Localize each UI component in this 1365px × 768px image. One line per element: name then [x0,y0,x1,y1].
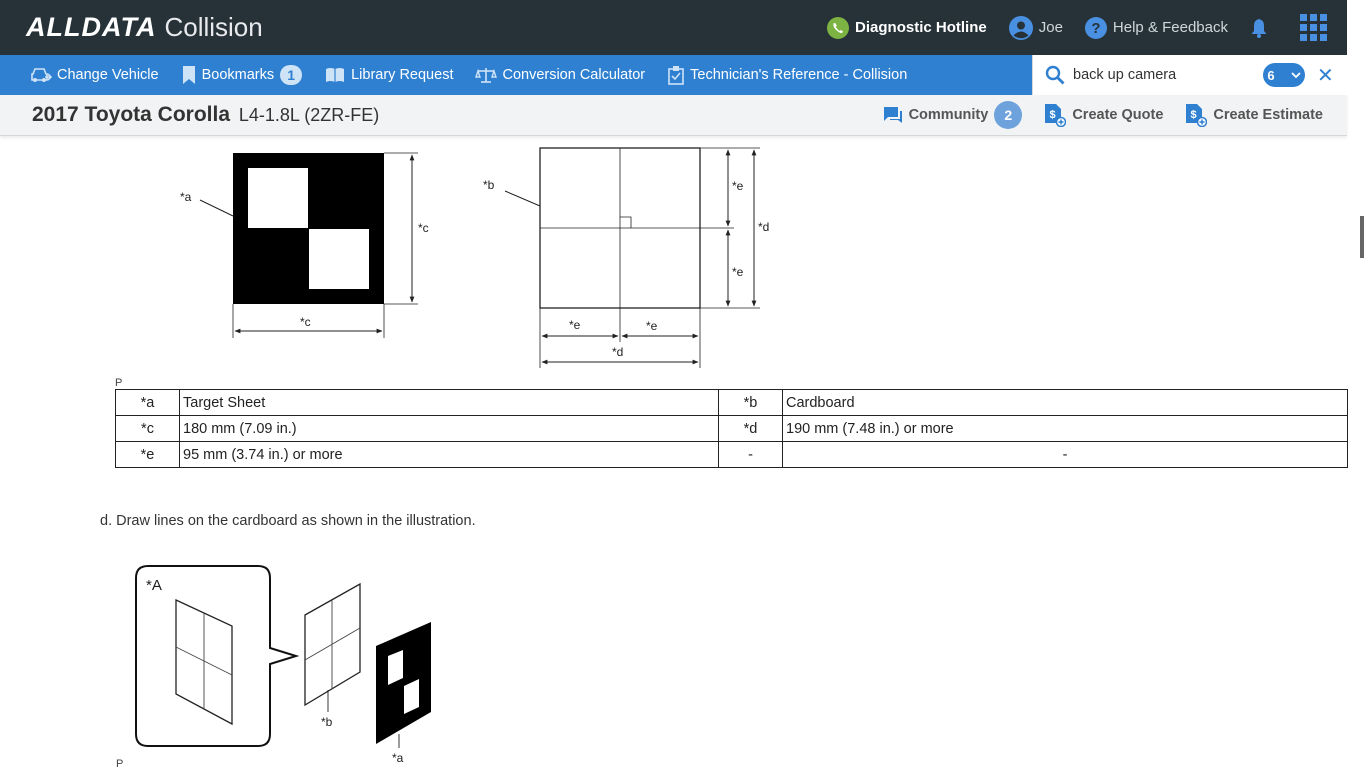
chat-icon [883,107,902,123]
legend-key: *d [718,415,783,442]
conversion-calculator-button[interactable]: Conversion Calculator [475,66,645,84]
search-results-dropdown[interactable]: 6 [1263,63,1305,87]
label-e-lower: *e [732,265,744,279]
estimate-document-icon: $ [1186,104,1208,127]
bookmarks-label: Bookmarks [201,67,275,83]
search-box: 6 ✕ [1032,55,1347,95]
label-e-upper: *e [732,179,744,193]
clipboard-icon [668,66,684,85]
article-content: *a *c *c *b *e *e *d *e *e *d P *a Targe… [0,136,1350,768]
p-mark-1: P [115,377,123,389]
brand[interactable]: ALLDATA Collision [26,12,263,43]
table-row: *c 180 mm (7.09 in.) *d 190 mm (7.48 in.… [115,415,1348,442]
clear-search-close-icon[interactable]: ✕ [1317,63,1334,88]
vehicle-title: 2017 Toyota Corolla L4-1.8L (2ZR-FE) [32,103,379,127]
search-icon [1045,65,1065,85]
label-A: *A [146,577,162,594]
book-icon [326,68,345,82]
create-estimate-label: Create Estimate [1213,107,1323,123]
legend-key: *e [115,441,180,468]
label-c-vertical: *c [418,221,429,235]
create-quote-label: Create Quote [1072,107,1164,123]
community-button[interactable]: Community 2 [883,101,1023,129]
table-row: *a Target Sheet *b Cardboard [115,389,1348,416]
svg-text:?: ? [1091,20,1100,37]
alldata-logo: ALLDATA [26,12,157,42]
chevron-down-icon [1290,72,1301,79]
hotline-label: Diagnostic Hotline [855,19,987,36]
car-icon [31,68,52,82]
tech-reference-label: Technician's Reference - Collision [690,67,908,83]
legend-value: - [782,441,1348,468]
library-request-button[interactable]: Library Request [324,66,453,84]
user-icon [1008,15,1033,40]
table-row: *e 95 mm (3.74 in.) or more - - [115,441,1348,468]
p-mark-2: P [116,758,124,768]
notifications-button[interactable] [1250,18,1274,38]
create-quote-button[interactable]: $ Create Quote [1044,103,1163,127]
label-a: *a [180,190,192,204]
target-sheet-cardboard-illustration: *a *c *c *b *e *e *d *e *e *d [180,147,769,368]
community-count-badge: 2 [994,101,1023,129]
create-estimate-button[interactable]: $ Create Estimate [1185,103,1323,127]
step-d-instruction: d. Draw lines on the cardboard as shown … [100,513,476,529]
legend-key: *a [115,389,180,416]
svg-text:$: $ [1050,109,1056,121]
help-icon: ? [1084,16,1107,39]
search-input[interactable] [1073,67,1263,83]
product-name: Collision [164,12,263,42]
nav-bar: Change Vehicle Bookmarks 1 Library Reque… [0,55,1347,95]
help-feedback-link[interactable]: ? Help & Feedback [1084,16,1228,39]
legend-table: *a Target Sheet *b Cardboard *c 180 mm (… [115,389,1348,468]
draw-lines-illustration: *A *b *a [135,565,431,765]
quote-document-icon: $ [1045,104,1067,127]
legend-key: - [718,441,783,468]
legend-value: Target Sheet [179,389,719,416]
label-b-cardboard: *b [321,715,333,729]
label-d-vertical: *d [758,220,769,234]
vehicle-bar: 2017 Toyota Corolla L4-1.8L (2ZR-FE) Com… [0,95,1347,136]
phone-icon [827,16,850,39]
apps-grid-icon[interactable] [1300,14,1327,41]
change-vehicle-button[interactable]: Change Vehicle [30,66,159,84]
vehicle-actions: Community 2 $ Create Quote $ Create Esti… [861,95,1323,135]
nav-items: Change Vehicle Bookmarks 1 Library Reque… [30,55,929,95]
conversion-calculator-label: Conversion Calculator [502,67,646,83]
help-label: Help & Feedback [1112,19,1228,36]
svg-text:$: $ [1191,109,1197,121]
vehicle-name: 2017 Toyota Corolla [32,103,231,126]
library-request-label: Library Request [351,67,454,83]
legend-key: *b [718,389,783,416]
top-actions: Diagnostic Hotline Joe ? Help & Feedback [805,0,1327,55]
label-c-horizontal: *c [300,315,311,329]
label-b: *b [483,178,495,192]
change-vehicle-label: Change Vehicle [57,67,159,83]
target-sheet-angled [376,622,431,744]
legend-value: 190 mm (7.48 in.) or more [782,415,1348,442]
bookmarks-count-badge: 1 [280,65,303,85]
legend-key: *c [115,415,180,442]
bookmark-icon [182,66,195,84]
bookmarks-button[interactable]: Bookmarks 1 [181,65,303,85]
top-bar: ALLDATA Collision Diagnostic Hotline Joe [0,0,1347,55]
scrollbar-thumb[interactable] [1360,216,1364,258]
label-a-target: *a [392,751,404,765]
user-menu[interactable]: Joe [1008,15,1063,40]
diagnostic-hotline-link[interactable]: Diagnostic Hotline [827,16,987,39]
label-d-horizontal: *d [612,345,623,359]
app-window: ALLDATA Collision Diagnostic Hotline Joe [0,0,1365,768]
legend-value: Cardboard [782,389,1348,416]
bell-icon [1251,18,1267,38]
legend-value: 180 mm (7.09 in.) [179,415,719,442]
vehicle-engine: L4-1.8L (2ZR-FE) [238,105,380,125]
search-results-count: 6 [1267,67,1275,83]
legend-value: 95 mm (3.74 in.) or more [179,441,719,468]
scale-icon [475,68,498,83]
label-e-left: *e [569,318,581,332]
tech-reference-button[interactable]: Technician's Reference - Collision [667,65,907,85]
user-name: Joe [1038,19,1063,36]
label-e-right: *e [646,319,658,333]
community-label: Community [908,107,989,123]
